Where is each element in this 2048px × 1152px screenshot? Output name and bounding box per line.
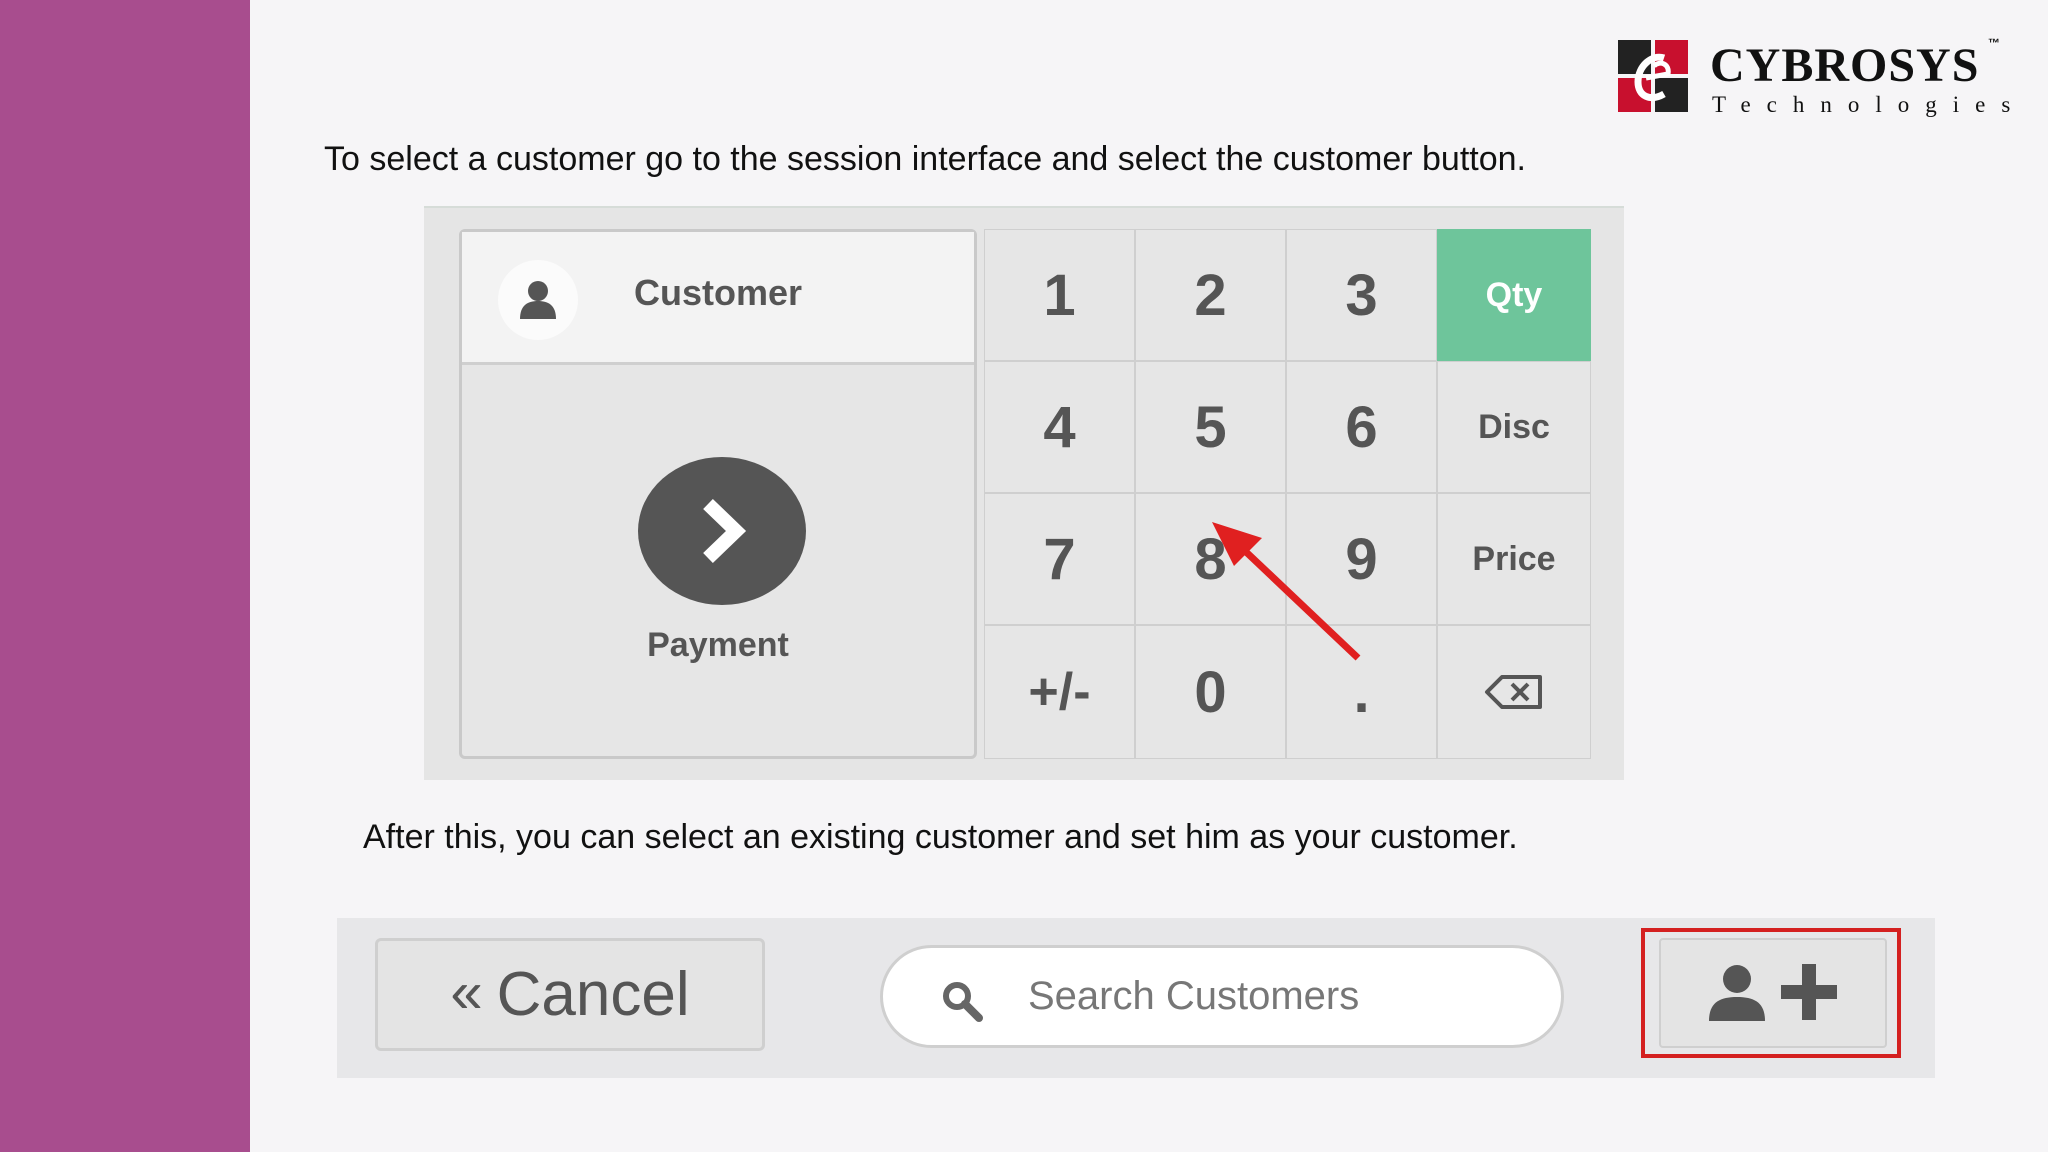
customer-list-toolbar-screenshot: « Cancel Search Customers <box>337 918 1935 1078</box>
trademark: ™ <box>1988 36 2000 50</box>
disc-mode-button[interactable]: Disc <box>1437 361 1591 493</box>
caption-after-this: After this, you can select an existing c… <box>363 818 1518 856</box>
key-3[interactable]: 3 <box>1286 229 1437 361</box>
payment-button[interactable] <box>638 457 806 605</box>
key-6[interactable]: 6 <box>1286 361 1437 493</box>
chevron-right-icon <box>703 498 747 564</box>
key-7[interactable]: 7 <box>984 493 1135 625</box>
numpad: 1 2 3 Qty 4 5 6 Disc 7 8 9 Price +/- 0 . <box>984 229 1591 759</box>
search-customers-input[interactable]: Search Customers <box>880 945 1564 1048</box>
user-icon <box>498 260 578 340</box>
add-user-icon <box>1709 964 1837 1021</box>
customer-button[interactable]: Customer <box>462 232 974 365</box>
cancel-button[interactable]: « Cancel <box>375 938 765 1051</box>
sign-toggle-key[interactable]: +/- <box>984 625 1135 759</box>
add-customer-button[interactable] <box>1659 938 1887 1048</box>
cancel-label: Cancel <box>496 960 690 1029</box>
pos-session-screenshot: Customer Payment 1 2 3 Qty 4 5 6 Disc 7 … <box>424 206 1624 780</box>
double-chevron-left-icon: « <box>450 960 483 1025</box>
key-4[interactable]: 4 <box>984 361 1135 493</box>
search-placeholder: Search Customers <box>1028 974 1360 1018</box>
brand-name: CYBROSYS <box>1710 39 1980 92</box>
brand-logo: CYBROSYS ™ Technologies <box>1618 36 2010 120</box>
brand-tagline: Technologies <box>1712 92 2027 117</box>
qty-mode-button[interactable]: Qty <box>1437 229 1591 361</box>
slide-sidebar <box>0 0 250 1152</box>
caption-select-customer: To select a customer go to the session i… <box>324 140 1526 178</box>
key-1[interactable]: 1 <box>984 229 1135 361</box>
price-mode-button[interactable]: Price <box>1437 493 1591 625</box>
cybrosys-logo-icon <box>1618 40 1688 112</box>
key-2[interactable]: 2 <box>1135 229 1286 361</box>
red-pointer-arrow-icon <box>1212 522 1361 661</box>
key-5[interactable]: 5 <box>1135 361 1286 493</box>
customer-label: Customer <box>634 272 803 313</box>
search-icon <box>943 982 983 1022</box>
payment-label: Payment <box>647 626 789 664</box>
backspace-icon <box>1485 675 1542 709</box>
backspace-button[interactable] <box>1437 625 1591 759</box>
action-pad: Customer Payment <box>459 229 977 759</box>
